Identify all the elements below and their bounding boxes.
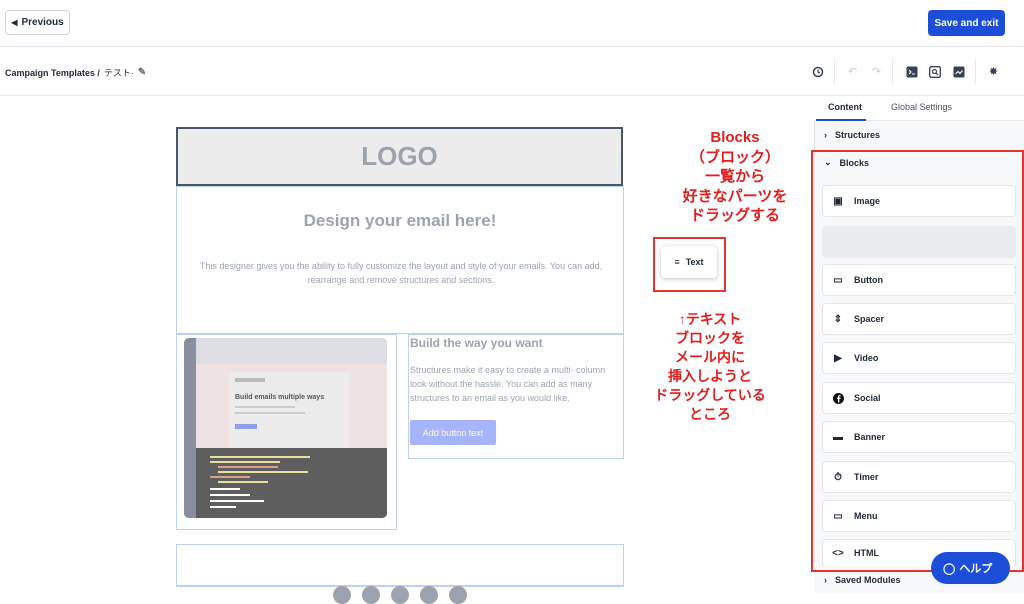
tab-global-settings[interactable]: Global Settings <box>891 102 952 112</box>
dragging-text-block[interactable]: ≡ Text <box>661 246 717 278</box>
chevron-right-icon: › <box>824 574 827 585</box>
build-text: Structures make it easy to create a mult… <box>410 365 606 403</box>
blocks-highlight <box>811 150 1024 572</box>
save-and-exit-button[interactable]: Save and exit <box>928 10 1005 36</box>
chevron-right-icon: › <box>824 129 827 140</box>
undo-icon[interactable]: ↶ <box>846 65 859 78</box>
send-test-icon[interactable] <box>952 65 965 78</box>
caret-left-icon: ◀ <box>11 18 18 27</box>
chat-icon: ◯ <box>943 562 956 575</box>
preview-icon[interactable] <box>928 65 941 78</box>
hero-section[interactable]: Design your email here! This designer gi… <box>176 186 624 334</box>
help-label: ヘルプ <box>959 563 993 575</box>
build-title: Build the way you want <box>410 336 543 350</box>
social-icon <box>362 586 380 604</box>
structures-accordion[interactable]: › Structures <box>814 121 1024 148</box>
template-name: テスト· <box>103 68 134 78</box>
previous-button-label: Previous <box>21 17 64 28</box>
code-view-icon[interactable] <box>905 65 918 78</box>
breadcrumb: Campaign Templates / テスト· ✎ <box>5 66 146 79</box>
blocks-annotation: Blocks （ブロック） 一覧から 好きなパーツを ドラッグする <box>682 129 788 224</box>
text-lines-icon: ≡ <box>674 257 680 267</box>
editor-screenshot-image: Build emails multiple ways <box>184 338 387 518</box>
gear-icon[interactable]: ✸ <box>987 65 1000 78</box>
tab-content[interactable]: Content <box>828 102 862 112</box>
social-icon <box>333 586 351 604</box>
pencil-icon[interactable]: ✎ <box>138 67 146 78</box>
empty-section[interactable] <box>176 544 624 586</box>
breadcrumb-root[interactable]: Campaign Templates / <box>5 68 100 78</box>
help-button[interactable]: ◯ ヘルプ <box>931 552 1010 584</box>
top-bar: ◀ Previous Save and exit <box>0 0 1024 47</box>
email-cta-button[interactable]: Add button text <box>410 420 496 445</box>
social-icon <box>420 586 438 604</box>
screenshot-card-title: Build emails multiple ways <box>235 394 325 401</box>
structures-label: Structures <box>835 129 881 140</box>
social-icon <box>449 586 467 604</box>
hero-title: Design your email here! <box>303 211 497 230</box>
hero-text: This designer gives you the ability to f… <box>199 261 603 285</box>
editor-toolbar: Campaign Templates / テスト· ✎ ↶ ↷ ✸ <box>0 47 1024 96</box>
saved-modules-label: Saved Modules <box>835 574 901 585</box>
drag-annotation: ↑テキスト ブロックを メール内に 挿入しようと ドラッグしている ところ <box>654 311 766 422</box>
previous-button[interactable]: ◀ Previous <box>5 10 70 35</box>
history-icon[interactable] <box>811 65 824 78</box>
social-icon <box>391 586 409 604</box>
dragging-text-block-label: Text <box>685 257 704 267</box>
panel-tabs: Content Global Settings <box>814 96 1024 121</box>
logo-placeholder[interactable]: LOGO <box>176 127 623 186</box>
redo-icon[interactable]: ↷ <box>870 65 883 78</box>
text-column[interactable]: Build the way you want Structures make i… <box>408 334 624 459</box>
